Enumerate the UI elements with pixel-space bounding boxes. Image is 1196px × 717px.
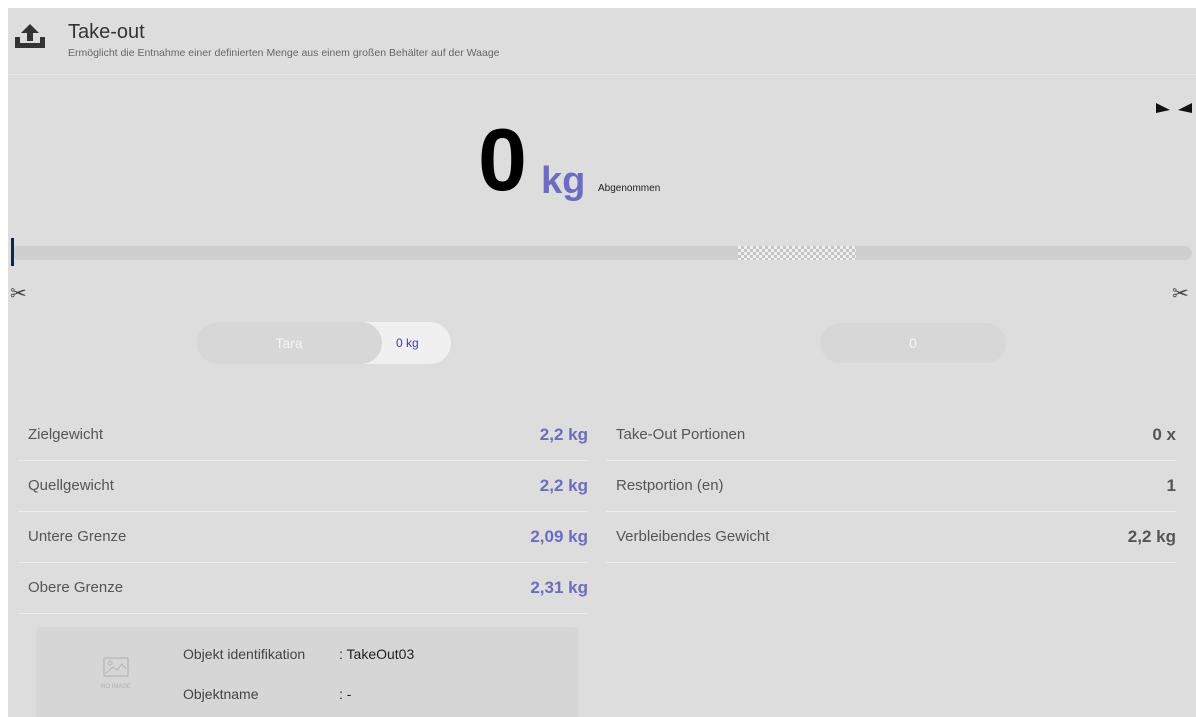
row-value: 2,2 kg [539, 425, 588, 444]
object-card: NO IMAGE Objekt identifikation : TakeOut… [36, 627, 578, 717]
tara-value: 0 kg [396, 336, 419, 350]
row-obere-grenze: Obere Grenze 2,31 kg [18, 563, 588, 614]
no-image-placeholder: NO IMAGE [86, 657, 146, 697]
row-value: 2,2 kg [1127, 527, 1176, 546]
scissors-right-icon: ✂ [1172, 283, 1189, 305]
object-id-value: : TakeOut03 [339, 646, 415, 662]
no-image-text: NO IMAGE [100, 684, 131, 690]
portion-counter-button[interactable]: 0 [820, 323, 1006, 363]
collapse-toggle-icon[interactable] [1156, 102, 1192, 114]
row-label: Restportion (en) [616, 477, 724, 494]
row-restportion: Restportion (en) 1 [606, 461, 1176, 512]
page-title: Take-out [68, 21, 145, 43]
weight-status: Abgenommen [598, 183, 661, 194]
page-subtitle: Ermöglicht die Entnahme einer definierte… [68, 47, 500, 59]
row-value: 1 [1166, 476, 1176, 495]
row-zielgewicht: Zielgewicht 2,2 kg [18, 410, 588, 461]
tara-button[interactable]: Tara [196, 322, 382, 364]
row-label: Untere Grenze [28, 528, 127, 545]
object-name-value: : - [339, 686, 352, 702]
row-label: Verbleibendes Gewicht [616, 528, 770, 545]
row-value: 0 x [1152, 425, 1176, 444]
take-out-upload-icon [15, 24, 45, 48]
row-take-out-portionen: Take-Out Portionen 0 x [606, 410, 1176, 461]
progress-bar-track [12, 246, 1192, 260]
row-value: 2,09 kg [530, 527, 588, 546]
image-placeholder-icon [103, 657, 129, 677]
row-label: Obere Grenze [28, 579, 124, 596]
scissors-left-icon: ✂ [10, 283, 27, 305]
weight-value: 0 [478, 110, 527, 209]
header: Take-out Ermöglicht die Entnahme einer d… [8, 8, 1196, 75]
object-id-label: Objekt identifikation [183, 646, 306, 662]
row-value: 2,2 kg [539, 476, 588, 495]
row-label: Take-Out Portionen [616, 426, 746, 443]
row-value: 2,31 kg [530, 578, 588, 597]
tara-control: Tara 0 kg [196, 322, 451, 364]
row-label: Zielgewicht [28, 426, 104, 443]
row-untere-grenze: Untere Grenze 2,09 kg [18, 512, 588, 563]
current-weight-marker [11, 238, 14, 266]
row-quellgewicht: Quellgewicht 2,2 kg [18, 461, 588, 512]
target-range-zone [738, 246, 856, 260]
weight-unit: kg [541, 160, 586, 202]
row-label: Quellgewicht [28, 477, 114, 494]
object-name-label: Objektname [183, 686, 259, 702]
row-verbleibendes-gewicht: Verbleibendes Gewicht 2,2 kg [606, 512, 1176, 563]
take-out-panel: Take-out Ermöglicht die Entnahme einer d… [8, 8, 1196, 717]
